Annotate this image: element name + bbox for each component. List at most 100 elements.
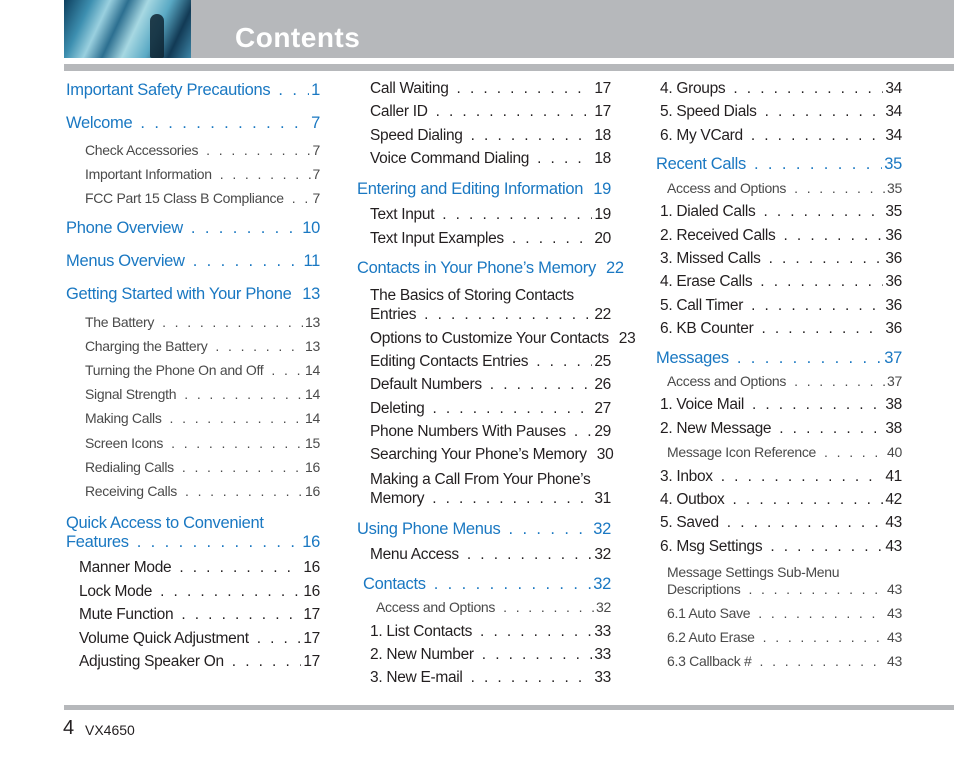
toc-sub-entry[interactable]: 6.2 Auto Erase . . . . . . . . . . . . .… bbox=[667, 629, 902, 645]
toc-item-entry[interactable]: 1. List Contacts . . . . . . . . . . . .… bbox=[370, 623, 611, 641]
toc-section-entry[interactable]: Contacts . . . . . . . . . . . . . . . .… bbox=[363, 575, 611, 594]
toc-section-entry[interactable]: Getting Started with Your Phone . . . . … bbox=[66, 285, 320, 304]
toc-section-entry[interactable]: Contacts in Your Phone’s Memory . . . . … bbox=[357, 259, 624, 278]
toc-item-entry[interactable]: Options to Customize Your Contacts . . .… bbox=[370, 330, 636, 348]
dot-leader: . . . . . . . . . . . . . . . . . . . . … bbox=[278, 81, 309, 99]
toc-sub-entry[interactable]: Screen Icons . . . . . . . . . . . . . .… bbox=[85, 435, 320, 451]
toc-sub-entry[interactable]: Access and Options . . . . . . . . . . .… bbox=[376, 599, 611, 615]
toc-page-number: 36 bbox=[885, 297, 902, 314]
toc-item-entry[interactable]: Lock Mode . . . . . . . . . . . . . . . … bbox=[79, 583, 320, 601]
dot-leader: . . . . . . . . . . . . . . . . . . . . … bbox=[770, 538, 883, 555]
toc-item-entry[interactable]: Mute Function . . . . . . . . . . . . . … bbox=[79, 606, 320, 624]
toc-item-entry[interactable]: 3. New E-mail . . . . . . . . . . . . . … bbox=[370, 669, 611, 687]
toc-item-entry[interactable]: Deleting . . . . . . . . . . . . . . . .… bbox=[370, 400, 611, 418]
toc-page-number: 37 bbox=[887, 373, 902, 389]
toc-item-entry[interactable]: 6. Msg Settings . . . . . . . . . . . . … bbox=[660, 538, 902, 556]
toc-item-entry[interactable]: 3. Missed Calls . . . . . . . . . . . . … bbox=[660, 250, 902, 268]
toc-page-number: 40 bbox=[887, 444, 902, 460]
toc-sub-entry[interactable]: Access and Options . . . . . . . . . . .… bbox=[667, 373, 902, 389]
toc-sub-entry[interactable]: 6.3 Callback # . . . . . . . . . . . . .… bbox=[667, 653, 902, 669]
toc-item-entry[interactable]: Memory . . . . . . . . . . . . . . . . .… bbox=[370, 490, 611, 508]
toc-section-entry[interactable]: Phone Overview . . . . . . . . . . . . .… bbox=[66, 219, 320, 238]
toc-item-entry[interactable]: 1. Voice Mail . . . . . . . . . . . . . … bbox=[660, 396, 902, 414]
toc-item-entry[interactable]: Text Input Examples . . . . . . . . . . … bbox=[370, 230, 611, 248]
toc-sub-entry[interactable]: Descriptions . . . . . . . . . . . . . .… bbox=[667, 581, 902, 597]
toc-entry-title: Caller ID bbox=[370, 103, 428, 120]
toc-item-entry[interactable]: 2. New Number . . . . . . . . . . . . . … bbox=[370, 646, 611, 664]
toc-item-entry[interactable]: 3. Inbox . . . . . . . . . . . . . . . .… bbox=[660, 468, 902, 486]
toc-item-entry[interactable]: Searching Your Phone’s Memory . . . . . … bbox=[370, 446, 614, 464]
toc-item-entry[interactable]: 2. New Message . . . . . . . . . . . . .… bbox=[660, 420, 902, 438]
dot-leader: . . . . . . . . . . . . . . . . . . . . … bbox=[511, 230, 592, 247]
toc-sub-entry[interactable]: Message Icon Reference . . . . . . . . .… bbox=[667, 444, 902, 460]
toc-item-entry[interactable]: 6. KB Counter . . . . . . . . . . . . . … bbox=[660, 320, 902, 338]
toc-section-entry[interactable]: Features . . . . . . . . . . . . . . . .… bbox=[66, 533, 320, 552]
toc-sub-entry[interactable]: Signal Strength . . . . . . . . . . . . … bbox=[85, 386, 320, 402]
toc-item-entry[interactable]: Phone Numbers With Pauses . . . . . . . … bbox=[370, 423, 611, 441]
dot-leader: . . . . . . . . . . . . . . . . . . . . … bbox=[171, 435, 304, 451]
toc-item-entry[interactable]: Text Input . . . . . . . . . . . . . . .… bbox=[370, 206, 611, 224]
toc-page-number: 14 bbox=[305, 410, 320, 426]
toc-item-entry[interactable]: Speed Dialing . . . . . . . . . . . . . … bbox=[370, 127, 611, 145]
toc-section-entry[interactable]: Using Phone Menus . . . . . . . . . . . … bbox=[357, 520, 611, 539]
toc-page-number: 13 bbox=[302, 285, 320, 303]
toc-page-number: 20 bbox=[594, 230, 611, 247]
toc-entry-title: 1. List Contacts bbox=[370, 623, 473, 640]
dot-leader: . . . . . . . . . . . . . . . . . . . . … bbox=[508, 520, 592, 538]
toc-section-entry[interactable]: Messages . . . . . . . . . . . . . . . .… bbox=[656, 349, 902, 368]
toc-page-number: 22 bbox=[605, 259, 624, 277]
toc-item-entry[interactable]: Editing Contacts Entries . . . . . . . .… bbox=[370, 353, 611, 371]
toc-item-entry[interactable]: 4. Erase Calls . . . . . . . . . . . . .… bbox=[660, 273, 902, 291]
bottom-divider bbox=[64, 705, 954, 710]
toc-entry-title: Access and Options bbox=[667, 373, 787, 389]
toc-sub-entry[interactable]: 6.1 Auto Save . . . . . . . . . . . . . … bbox=[667, 605, 902, 621]
dot-leader: . . . . . . . . . . . . . . . . . . . . … bbox=[219, 166, 311, 182]
toc-section-entry[interactable]: Recent Calls . . . . . . . . . . . . . .… bbox=[656, 155, 902, 174]
toc-sub-entry[interactable]: The Battery . . . . . . . . . . . . . . … bbox=[85, 314, 320, 330]
dot-leader: . . . . . . . . . . . . . . . . . . . . … bbox=[732, 491, 884, 508]
toc-sub-entry[interactable]: Redialing Calls . . . . . . . . . . . . … bbox=[85, 459, 320, 475]
toc-item-entry[interactable]: Voice Command Dialing . . . . . . . . . … bbox=[370, 150, 611, 168]
toc-item-entry[interactable]: 5. Speed Dials . . . . . . . . . . . . .… bbox=[660, 103, 902, 121]
toc-entry-title: Signal Strength bbox=[85, 386, 177, 402]
toc-entry-title: Redialing Calls bbox=[85, 459, 174, 475]
toc-item-entry[interactable]: Volume Quick Adjustment . . . . . . . . … bbox=[79, 630, 320, 648]
toc-sub-entry[interactable]: FCC Part 15 Class B Compliance . . . . .… bbox=[85, 190, 320, 206]
toc-item-entry[interactable]: 5. Call Timer . . . . . . . . . . . . . … bbox=[660, 297, 902, 315]
toc-sub-entry[interactable]: Important Information . . . . . . . . . … bbox=[85, 166, 320, 182]
dot-leader: . . . . . . . . . . . . . . . . . . . . … bbox=[184, 386, 303, 402]
toc-section-entry[interactable]: Menus Overview . . . . . . . . . . . . .… bbox=[66, 252, 320, 271]
toc-sub-entry[interactable]: Turning the Phone On and Off . . . . . .… bbox=[85, 362, 320, 378]
dot-leader: . . . . . . . . . . . . . . . . . . . . … bbox=[751, 297, 883, 314]
toc-item-entry[interactable]: 4. Outbox . . . . . . . . . . . . . . . … bbox=[660, 491, 902, 509]
dot-leader: . . . . . . . . . . . . . . . . . . . . … bbox=[435, 103, 593, 120]
toc-item-entry[interactable]: 2. Received Calls . . . . . . . . . . . … bbox=[660, 227, 902, 245]
toc-sub-entry[interactable]: Receiving Calls . . . . . . . . . . . . … bbox=[85, 483, 320, 499]
toc-item-entry[interactable]: Menu Access . . . . . . . . . . . . . . … bbox=[370, 546, 611, 564]
toc-item-entry[interactable]: 1. Dialed Calls . . . . . . . . . . . . … bbox=[660, 203, 902, 221]
toc-sub-entry[interactable]: Charging the Battery . . . . . . . . . .… bbox=[85, 338, 320, 354]
toc-section-entry[interactable]: Entering and Editing Information . . . .… bbox=[357, 180, 611, 199]
toc-sub-entry[interactable]: Check Accessories . . . . . . . . . . . … bbox=[85, 142, 320, 158]
toc-section-entry[interactable]: Important Safety Precautions . . . . . .… bbox=[66, 81, 320, 100]
toc-page-number: 16 bbox=[303, 583, 320, 600]
toc-page-number: 32 bbox=[596, 599, 611, 615]
toc-page-number: 27 bbox=[594, 400, 611, 417]
toc-item-entry[interactable]: Caller ID . . . . . . . . . . . . . . . … bbox=[370, 103, 611, 121]
toc-section-entry[interactable]: Welcome . . . . . . . . . . . . . . . . … bbox=[66, 114, 320, 133]
toc-entry-title: Manner Mode bbox=[79, 559, 172, 576]
toc-item-entry[interactable]: Call Waiting . . . . . . . . . . . . . .… bbox=[370, 80, 611, 98]
dot-leader: . . . . . . . . . . . . . . . . . . . . … bbox=[160, 583, 301, 600]
toc-item-entry[interactable]: Manner Mode . . . . . . . . . . . . . . … bbox=[79, 559, 320, 577]
toc-sub-entry[interactable]: Making Calls . . . . . . . . . . . . . .… bbox=[85, 410, 320, 426]
toc-item-entry[interactable]: 6. My VCard . . . . . . . . . . . . . . … bbox=[660, 127, 902, 145]
toc-item-entry[interactable]: Default Numbers . . . . . . . . . . . . … bbox=[370, 376, 611, 394]
toc-entry-title: Recent Calls bbox=[656, 155, 746, 173]
toc-sub-entry[interactable]: Access and Options . . . . . . . . . . .… bbox=[667, 180, 902, 196]
toc-item-entry[interactable]: 4. Groups . . . . . . . . . . . . . . . … bbox=[660, 80, 902, 98]
toc-item-entry[interactable]: Entries . . . . . . . . . . . . . . . . … bbox=[370, 306, 611, 324]
toc-item-entry[interactable]: 5. Saved . . . . . . . . . . . . . . . .… bbox=[660, 514, 902, 532]
toc-item-entry[interactable]: Adjusting Speaker On . . . . . . . . . .… bbox=[79, 653, 320, 671]
toc-entry-title: Deleting bbox=[370, 400, 425, 417]
dot-leader: . . . . . . . . . . . . . . . . . . . . … bbox=[824, 444, 885, 460]
